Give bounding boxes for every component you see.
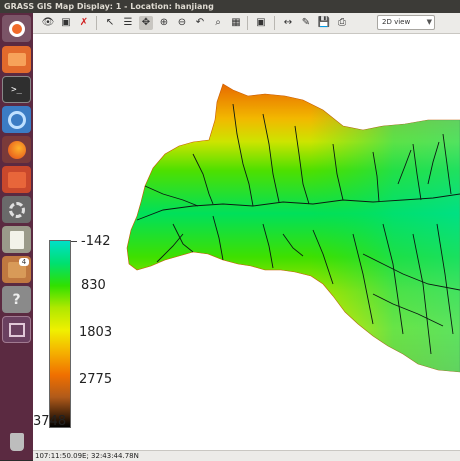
launcher: >_ 4 ? (0, 13, 33, 460)
chevron-down-icon: ▼ (426, 18, 432, 26)
text-editor-icon[interactable] (2, 226, 31, 253)
view-mode-value: 2D view (382, 18, 411, 26)
query-icon[interactable]: ☰ (121, 16, 135, 30)
software-center-icon[interactable] (2, 166, 31, 193)
pointer-icon[interactable]: ↖ (103, 16, 117, 30)
overlay-decoration-icon[interactable]: ▣ (254, 16, 268, 30)
zoom-back-icon[interactable]: ↶ (193, 16, 207, 30)
trash-icon[interactable] (2, 428, 31, 455)
grass-gis-icon[interactable]: 4 (2, 256, 31, 283)
elevation-shading (127, 84, 460, 372)
files-icon[interactable] (2, 46, 31, 73)
legend-color-ramp (49, 240, 71, 428)
system-settings-icon[interactable] (2, 196, 31, 223)
toolbar-separator (96, 16, 97, 30)
pan-icon[interactable]: ✥ (139, 16, 153, 30)
terminal-icon[interactable]: >_ (2, 76, 31, 103)
workspace-switcher-icon[interactable] (2, 316, 31, 343)
legend-tick-label: -142 (81, 234, 111, 249)
save-image-icon[interactable]: 💾 (317, 16, 331, 30)
toolbar-separator (274, 16, 275, 30)
firefox-icon[interactable] (2, 136, 31, 163)
help-icon[interactable]: ? (2, 286, 31, 313)
zoom-out-icon[interactable]: ⊖ (175, 16, 189, 30)
legend-tick (71, 241, 77, 242)
legend-tick-label: 1803 (79, 325, 113, 340)
statusbar: 107:11:50.09E; 32:43:44.78N (33, 450, 460, 461)
erase-display-icon[interactable]: ✗ (77, 16, 91, 30)
map-canvas[interactable]: -142 830 1803 2775 3748 (33, 34, 460, 450)
zoom-extent-icon[interactable]: ▦ (229, 16, 243, 30)
display-map-icon[interactable]: 👁 (41, 16, 55, 30)
map-toolbar: 👁 ▣ ✗ ↖ ☰ ✥ ⊕ ⊖ ↶ ⌕ ▦ ▣ ↔ ✎ 💾 ⎙ 2D view … (33, 13, 460, 34)
window-title: GRASS GIS Map Display: 1 - Location: han… (4, 2, 214, 11)
view-mode-select[interactable]: 2D view ▼ (377, 15, 435, 30)
zoom-in-icon[interactable]: ⊕ (157, 16, 171, 30)
analyze-icon[interactable]: ↔ (281, 16, 295, 30)
zoom-menu-icon[interactable]: ⌕ (211, 16, 225, 30)
legend-tick-label: 2775 (79, 372, 113, 387)
window-titlebar: GRASS GIS Map Display: 1 - Location: han… (0, 0, 460, 13)
add-overlay-icon[interactable]: ✎ (299, 16, 313, 30)
dash-home-icon[interactable] (2, 15, 31, 42)
launcher-badge: 4 (19, 258, 29, 266)
legend-tick-label: 830 (81, 278, 106, 293)
render-map-icon[interactable]: ▣ (59, 16, 73, 30)
print-icon[interactable]: ⎙ (335, 16, 349, 30)
toolbar-separator (247, 16, 248, 30)
chromium-icon[interactable] (2, 106, 31, 133)
legend-tick-label: 3748 (33, 414, 67, 429)
